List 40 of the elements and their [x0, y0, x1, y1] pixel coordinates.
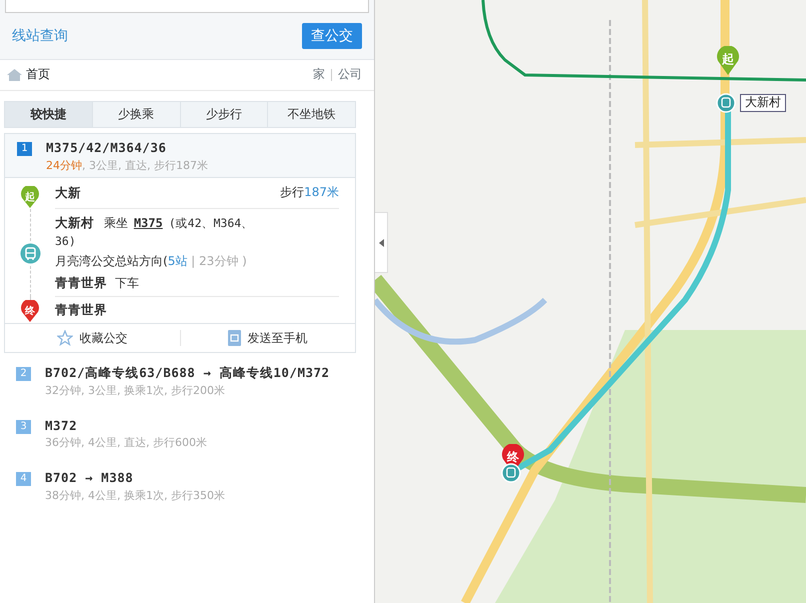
start-marker-icon: 起 — [715, 46, 741, 76]
stop-name: 大新 — [55, 184, 81, 202]
action-link[interactable]: 收藏公交 — [5, 330, 180, 346]
walk-distance: 步行187米 — [280, 185, 339, 201]
route-number: 2 — [16, 367, 31, 382]
collapse-handle[interactable] — [375, 212, 388, 273]
route-summary: 24分钟, 3公里, 直达, 步行187米 — [46, 158, 208, 173]
direction-info: 月亮湾公交总站方向(5站 | 23分钟 ) — [55, 254, 248, 270]
stop-name: 青青世界 — [55, 302, 107, 318]
route-summary: 36分钟, 4公里, 直达, 步行600米 — [45, 436, 207, 450]
alight-info: 青青世界 下车 — [55, 274, 140, 292]
start-pin-icon: 起 — [19, 186, 41, 209]
tab[interactable]: 较快捷 — [5, 102, 93, 128]
route-number: 4 — [16, 472, 31, 486]
shortcut-link[interactable]: 公司 — [338, 67, 362, 83]
route-number: 1 — [17, 142, 32, 156]
route-title[interactable]: B702 → M388 — [45, 470, 225, 487]
route-number: 3 — [16, 420, 31, 434]
route-title[interactable]: M375/42/M364/36 — [46, 140, 208, 157]
shortcut-link[interactable]: 家 — [313, 67, 325, 83]
tab[interactable]: 不坐地铁 — [268, 102, 355, 128]
home-icon — [6, 68, 23, 82]
bus-stop-icon — [501, 463, 521, 483]
end-pin-icon: 终 — [19, 300, 41, 324]
search-bus-button[interactable]: 查公交 — [302, 23, 362, 50]
boarding-info: 大新村 乘坐 M375 (或42、M364、36) — [55, 214, 254, 250]
route-title[interactable]: M372 — [45, 418, 207, 434]
bus-icon — [20, 242, 40, 264]
home-link[interactable]: 首页 — [26, 67, 50, 83]
phone-icon — [228, 330, 242, 346]
stop-label: 大新村 — [740, 94, 786, 112]
bus-stop-icon — [716, 93, 736, 113]
action-link[interactable]: 发送至手机 — [180, 330, 355, 346]
route-title[interactable]: B702/高峰专线63/B688 → 高峰专线10/M372 — [45, 365, 330, 382]
route-summary: 38分钟, 4公里, 换乘1次, 步行350米 — [45, 488, 225, 503]
route-summary: 32分钟, 3公里, 换乘1次, 步行200米 — [45, 384, 226, 398]
tab[interactable]: 少换乘 — [92, 102, 180, 128]
star-icon — [57, 330, 74, 346]
input-field[interactable] — [5, 0, 369, 13]
tab[interactable]: 少步行 — [180, 102, 268, 128]
